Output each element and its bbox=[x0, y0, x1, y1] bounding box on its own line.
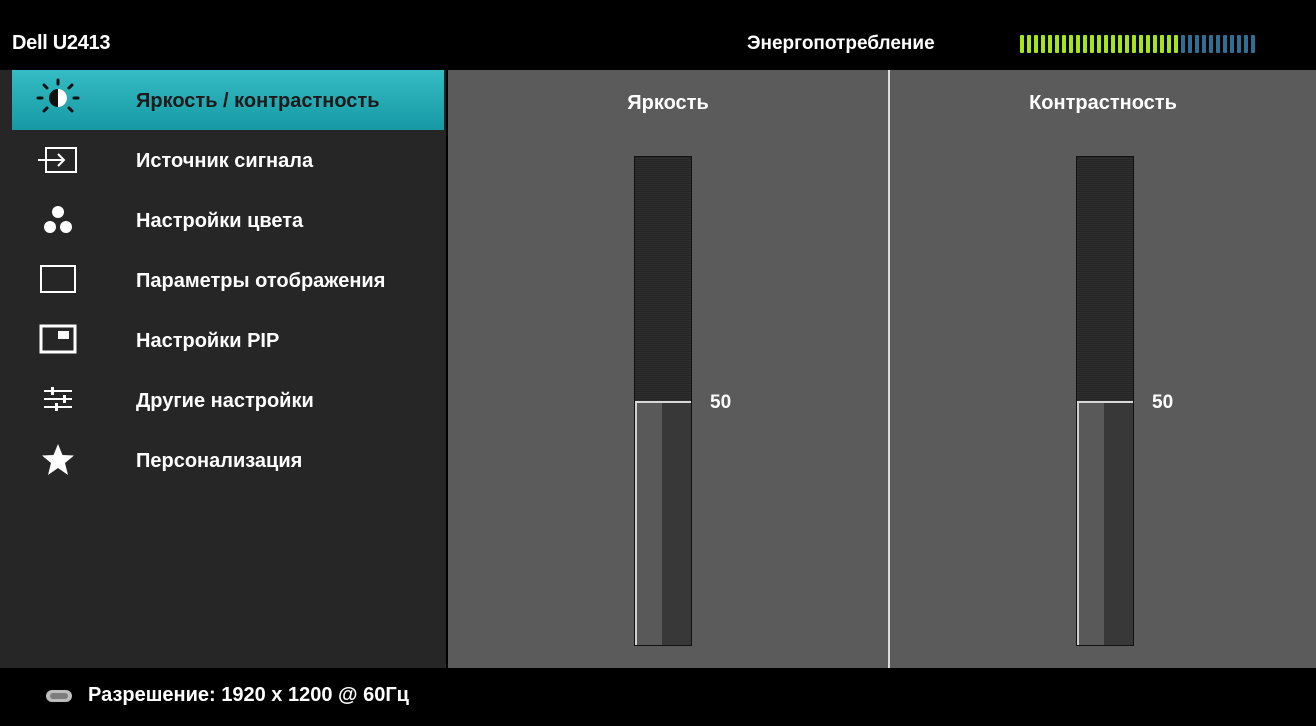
energy-meter-segment bbox=[1083, 35, 1087, 53]
energy-meter-segment bbox=[1041, 35, 1045, 53]
sidebar-item-brightness-contrast[interactable]: Яркость / контрастность bbox=[12, 70, 444, 130]
sidebar-item-label: Другие настройки bbox=[136, 390, 314, 412]
sidebar-item-personalize[interactable]: Персонализация bbox=[12, 432, 444, 488]
sidebar-item-input-source[interactable]: Источник сигнала bbox=[12, 132, 444, 188]
energy-meter-segment bbox=[1216, 35, 1220, 53]
energy-meter-segment bbox=[1223, 35, 1227, 53]
contrast-slider[interactable] bbox=[1076, 156, 1134, 646]
energy-meter-segment bbox=[1048, 35, 1052, 53]
sidebar-menu: Яркость / контрастность Источник сигнала… bbox=[0, 70, 446, 668]
status-bar: Разрешение: 1920 x 1200 @ 60Гц bbox=[0, 670, 1316, 726]
resolution-text: Разрешение: 1920 x 1200 @ 60Гц bbox=[88, 684, 409, 706]
sidebar-item-label: Настройки цвета bbox=[136, 210, 304, 232]
energy-meter-segment bbox=[1188, 35, 1192, 53]
sidebar-item-label: Параметры отображения bbox=[136, 270, 386, 292]
brightness-slider[interactable] bbox=[634, 156, 692, 646]
brightness-slider-fill bbox=[635, 401, 691, 645]
energy-meter-segment bbox=[1034, 35, 1038, 53]
sidebar-item-label: Персонализация bbox=[136, 450, 303, 472]
brightness-value: 50 bbox=[710, 392, 732, 413]
energy-meter-segment bbox=[1167, 35, 1171, 53]
energy-meter-segment bbox=[1055, 35, 1059, 53]
sidebar-item-label: Настройки PIP bbox=[136, 330, 280, 352]
energy-meter-segment bbox=[1139, 35, 1143, 53]
sidebar-item-label: Источник сигнала bbox=[136, 150, 314, 172]
pip-icon bbox=[39, 324, 77, 354]
energy-meter-segment bbox=[1202, 35, 1206, 53]
energy-meter-segment bbox=[1209, 35, 1213, 53]
energy-meter-segment bbox=[1174, 35, 1178, 53]
contrast-title: Контрастность bbox=[1029, 92, 1177, 114]
energy-meter-segment bbox=[1244, 35, 1248, 53]
sidebar-item-label: Яркость / контрастность bbox=[136, 90, 380, 112]
energy-meter-segment bbox=[1251, 35, 1255, 53]
input-source-icon bbox=[38, 147, 77, 173]
energy-meter-segment bbox=[1111, 35, 1115, 53]
sidebar-item-other-settings[interactable]: Другие настройки bbox=[12, 372, 444, 428]
energy-meter-segment bbox=[1020, 35, 1024, 53]
contrast-panel: Контрастность 50 bbox=[890, 70, 1316, 668]
energy-meter-segment bbox=[1076, 35, 1080, 53]
display-connector-icon bbox=[46, 690, 72, 702]
energy-meter-segment bbox=[1090, 35, 1094, 53]
brightness-panel: Яркость 50 bbox=[448, 70, 888, 668]
contrast-value: 50 bbox=[1152, 392, 1174, 413]
energy-label: Энергопотребление bbox=[747, 33, 935, 54]
sidebar-item-display-settings[interactable]: Параметры отображения bbox=[12, 252, 444, 308]
star-icon bbox=[42, 444, 74, 475]
energy-meter-segment bbox=[1125, 35, 1129, 53]
contrast-slider-fill bbox=[1077, 401, 1133, 645]
brightness-contrast-icon bbox=[36, 78, 80, 113]
energy-meter-segment bbox=[1230, 35, 1234, 53]
monitor-osd: Dell U2413 Энергопотребление Яркость / к… bbox=[0, 0, 1316, 726]
energy-meter-segment bbox=[1146, 35, 1150, 53]
energy-meter-segment bbox=[1181, 35, 1185, 53]
energy-meter-segment bbox=[1062, 35, 1066, 53]
energy-meter-segment bbox=[1069, 35, 1073, 53]
energy-meter bbox=[1020, 35, 1258, 53]
energy-meter-segment bbox=[1160, 35, 1164, 53]
energy-meter-segment bbox=[1237, 35, 1241, 53]
display-icon bbox=[40, 265, 76, 293]
sliders-icon bbox=[44, 387, 72, 411]
energy-meter-segment bbox=[1132, 35, 1136, 53]
energy-meter-segment bbox=[1118, 35, 1122, 53]
energy-meter-segment bbox=[1027, 35, 1031, 53]
top-bar: Dell U2413 Энергопотребление bbox=[0, 14, 1316, 70]
energy-meter-segment bbox=[1104, 35, 1108, 53]
energy-meter-segment bbox=[1097, 35, 1101, 53]
color-settings-icon bbox=[44, 206, 72, 233]
brightness-title: Яркость bbox=[627, 92, 709, 114]
sidebar-item-pip-settings[interactable]: Настройки PIP bbox=[12, 312, 444, 368]
sidebar-item-color-settings[interactable]: Настройки цвета bbox=[12, 192, 444, 248]
energy-meter-segment bbox=[1153, 35, 1157, 53]
model-name: Dell U2413 bbox=[12, 32, 111, 54]
energy-meter-segment bbox=[1195, 35, 1199, 53]
